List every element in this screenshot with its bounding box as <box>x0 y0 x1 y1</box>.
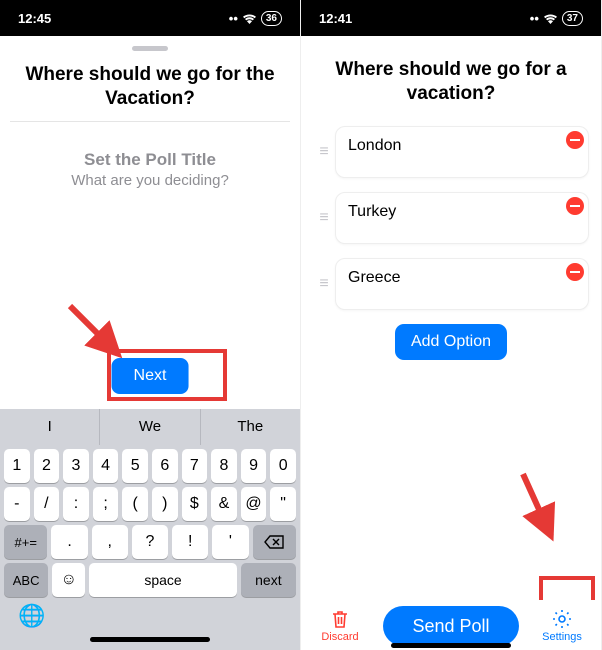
trash-icon <box>330 609 350 629</box>
home-indicator[interactable] <box>90 637 210 642</box>
poll-title: Where should we go for a vacation? <box>301 36 601 116</box>
key-row-3: #+= . , ? ! ' <box>0 521 300 559</box>
subtitle-prompt: What are you deciding? <box>0 172 300 189</box>
drag-handle-icon[interactable]: ≡ <box>313 144 335 160</box>
key[interactable]: " <box>270 487 296 521</box>
status-indicators: •• 36 <box>229 11 282 26</box>
screen-right: 12:41 •• 37 Where should we go for a vac… <box>301 0 602 650</box>
send-poll-button[interactable]: Send Poll <box>383 606 519 646</box>
drag-handle-icon[interactable]: ≡ <box>313 276 335 292</box>
divider <box>10 121 290 122</box>
key[interactable]: 5 <box>122 449 148 483</box>
globe-icon[interactable]: 🌐 <box>18 603 45 629</box>
gear-icon <box>552 609 572 629</box>
key[interactable]: 9 <box>241 449 267 483</box>
key[interactable]: & <box>211 487 237 521</box>
options-list: ≡ London ≡ Turkey ≡ Greece Add Option <box>301 116 601 360</box>
key[interactable]: 3 <box>63 449 89 483</box>
key[interactable]: 6 <box>152 449 178 483</box>
key-row-4: ABC ☺ space next <box>0 559 300 597</box>
minus-icon <box>570 205 580 207</box>
drag-handle-icon[interactable]: ≡ <box>313 210 335 226</box>
screen-left: 12:45 •• 36 Where should we go for the V… <box>0 0 301 650</box>
key-row-1: 1 2 3 4 5 6 7 8 9 0 <box>0 445 300 483</box>
key[interactable]: ' <box>212 525 248 559</box>
remove-option-button[interactable] <box>566 263 584 281</box>
key[interactable]: 4 <box>93 449 119 483</box>
settings-label: Settings <box>542 631 582 643</box>
status-time: 12:45 <box>18 11 51 26</box>
emoji-key[interactable]: ☺ <box>52 563 85 597</box>
status-bar: 12:41 •• 37 <box>301 0 601 36</box>
settings-button[interactable]: Settings <box>535 609 589 643</box>
key[interactable]: @ <box>241 487 267 521</box>
next-button[interactable]: Next <box>112 358 189 394</box>
key[interactable]: 8 <box>211 449 237 483</box>
status-bar: 12:45 •• 36 <box>0 0 300 36</box>
abc-key[interactable]: ABC <box>4 563 48 597</box>
key[interactable]: ; <box>93 487 119 521</box>
key[interactable]: / <box>34 487 60 521</box>
option-row: ≡ Turkey <box>313 192 589 244</box>
remove-option-button[interactable] <box>566 197 584 215</box>
key[interactable]: ) <box>152 487 178 521</box>
symbols-key[interactable]: #+= <box>4 525 47 559</box>
wifi-icon <box>242 13 257 24</box>
suggestion-bar: I We The <box>0 409 300 445</box>
option-label: Turkey <box>348 203 396 220</box>
option-card[interactable]: Greece <box>335 258 589 310</box>
signal-icon: •• <box>229 11 238 26</box>
key[interactable]: . <box>51 525 87 559</box>
wifi-icon <box>543 13 558 24</box>
emoji-icon: ☺ <box>61 571 77 589</box>
backspace-key[interactable] <box>253 525 296 559</box>
key[interactable]: $ <box>182 487 208 521</box>
key[interactable]: 2 <box>34 449 60 483</box>
subtitle-heading: Set the Poll Title <box>0 150 300 170</box>
backspace-icon <box>264 535 284 549</box>
key[interactable]: : <box>63 487 89 521</box>
battery-indicator: 37 <box>562 11 583 26</box>
key[interactable]: 1 <box>4 449 30 483</box>
subtitle-block: Set the Poll Title What are you deciding… <box>0 150 300 189</box>
option-label: Greece <box>348 269 400 286</box>
key[interactable]: ! <box>172 525 208 559</box>
suggestion-1[interactable]: I <box>0 409 100 445</box>
battery-indicator: 36 <box>261 11 282 26</box>
minus-icon <box>570 139 580 141</box>
key[interactable]: ? <box>132 525 168 559</box>
home-indicator[interactable] <box>391 643 511 648</box>
sheet-handle[interactable] <box>132 46 168 51</box>
keyboard-next-key[interactable]: next <box>241 563 296 597</box>
option-row: ≡ London <box>313 126 589 178</box>
key[interactable]: ( <box>122 487 148 521</box>
remove-option-button[interactable] <box>566 131 584 149</box>
discard-button[interactable]: Discard <box>313 609 367 643</box>
key[interactable]: , <box>92 525 128 559</box>
discard-label: Discard <box>321 631 358 643</box>
key-row-2: - / : ; ( ) $ & @ " <box>0 483 300 521</box>
option-row: ≡ Greece <box>313 258 589 310</box>
status-indicators: •• 37 <box>530 11 583 26</box>
add-option-button[interactable]: Add Option <box>395 324 507 360</box>
next-button-wrap: Next <box>112 358 189 394</box>
option-card[interactable]: Turkey <box>335 192 589 244</box>
poll-title-input[interactable]: Where should we go for the Vacation? <box>0 57 300 121</box>
signal-icon: •• <box>530 11 539 26</box>
status-time: 12:41 <box>319 11 352 26</box>
keyboard: I We The 1 2 3 4 5 6 7 8 9 0 - / : ; ( )… <box>0 409 300 650</box>
key[interactable]: - <box>4 487 30 521</box>
key[interactable]: 7 <box>182 449 208 483</box>
space-key[interactable]: space <box>89 563 236 597</box>
suggestion-2[interactable]: We <box>100 409 200 445</box>
suggestion-3[interactable]: The <box>201 409 300 445</box>
minus-icon <box>570 271 580 273</box>
annotation-arrow <box>511 468 571 548</box>
option-card[interactable]: London <box>335 126 589 178</box>
option-label: London <box>348 137 401 154</box>
key[interactable]: 0 <box>270 449 296 483</box>
